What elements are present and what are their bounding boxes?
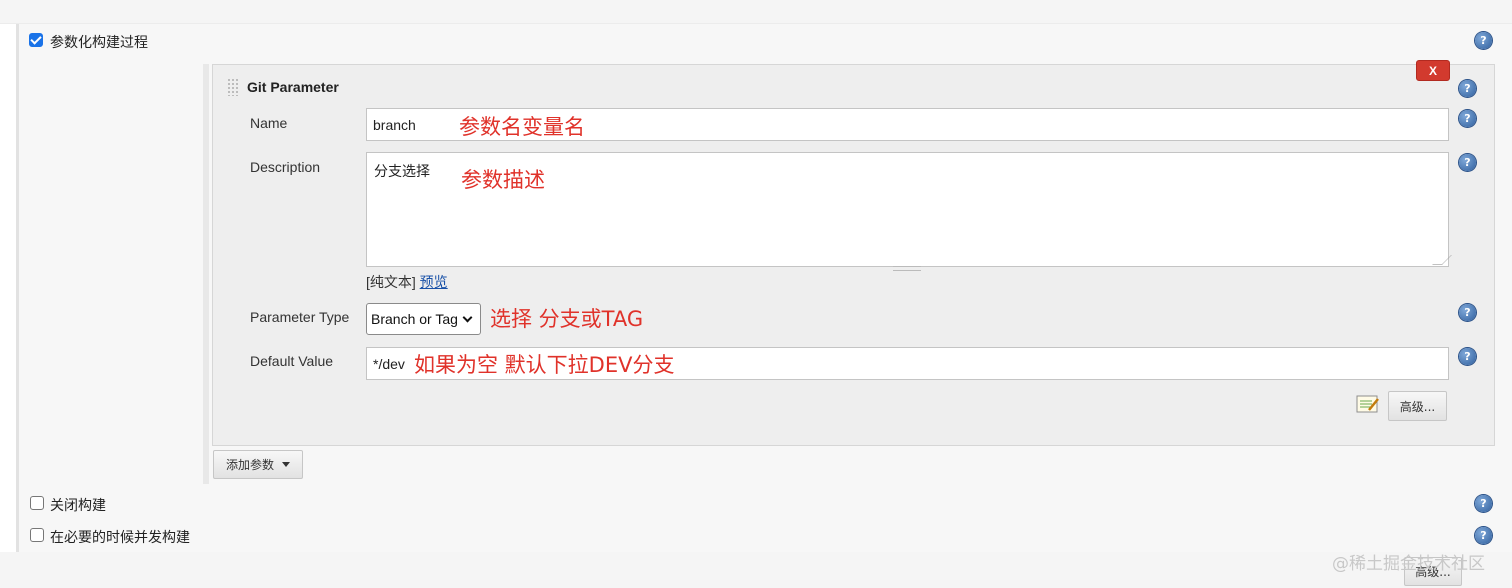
help-icon[interactable]: ?: [1459, 80, 1476, 97]
format-row: [纯文本] 预览: [366, 272, 448, 292]
parameter-type-annotation: 选择 分支或TAG: [490, 307, 644, 331]
default-value-label: Default Value: [250, 353, 334, 369]
disable-build-checkbox[interactable]: [30, 496, 44, 510]
notepad-icon[interactable]: [1356, 394, 1380, 414]
top-strip: [0, 0, 1512, 24]
help-icon[interactable]: ?: [1475, 32, 1492, 49]
advanced-button[interactable]: 高级...: [1388, 391, 1447, 421]
description-annotation: 参数描述: [461, 168, 545, 192]
help-icon[interactable]: ?: [1459, 154, 1476, 171]
add-parameter-button[interactable]: 添加参数: [213, 450, 303, 479]
help-icon[interactable]: ?: [1475, 527, 1492, 544]
textarea-resize-bar[interactable]: [893, 266, 921, 271]
parameter-container-rail: [203, 64, 209, 484]
parameter-type-label: Parameter Type: [250, 309, 350, 325]
chevron-down-icon: [462, 312, 473, 322]
add-parameter-label: 添加参数: [225, 458, 274, 472]
default-value-annotation: 如果为空 默认下拉DEV分支: [414, 353, 675, 377]
help-icon[interactable]: ?: [1475, 495, 1492, 512]
disable-build-label: 关闭构建: [50, 498, 106, 514]
help-icon[interactable]: ?: [1459, 110, 1476, 127]
parameter-type-selected: Branch or Tag: [371, 311, 458, 327]
parameter-type-select[interactable]: Branch or Tag: [366, 303, 481, 335]
description-value: 分支选择: [374, 164, 430, 180]
parameter-title: Git Parameter: [247, 79, 339, 95]
name-value: branch: [373, 116, 416, 133]
parameterized-label: 参数化构建过程: [50, 35, 148, 51]
default-value-value: */dev: [373, 355, 405, 372]
drag-handle-icon[interactable]: [227, 78, 239, 96]
preview-link[interactable]: 预览: [420, 274, 448, 290]
delete-parameter-button[interactable]: X: [1416, 60, 1450, 81]
concurrent-build-label: 在必要的时候并发构建: [50, 530, 190, 546]
concurrent-build-checkbox[interactable]: [30, 528, 44, 542]
name-label: Name: [250, 115, 288, 131]
description-label: Description: [250, 159, 321, 175]
bottom-strip: [0, 552, 1512, 588]
help-icon[interactable]: ?: [1459, 304, 1476, 321]
parameterized-checkbox[interactable]: [29, 33, 43, 47]
name-annotation: 参数名变量名: [459, 115, 585, 139]
help-icon[interactable]: ?: [1459, 348, 1476, 365]
watermark: @稀土掘金技术社区: [1332, 554, 1485, 574]
format-prefix: [纯文本]: [366, 274, 416, 290]
caret-down-icon: [282, 462, 290, 467]
